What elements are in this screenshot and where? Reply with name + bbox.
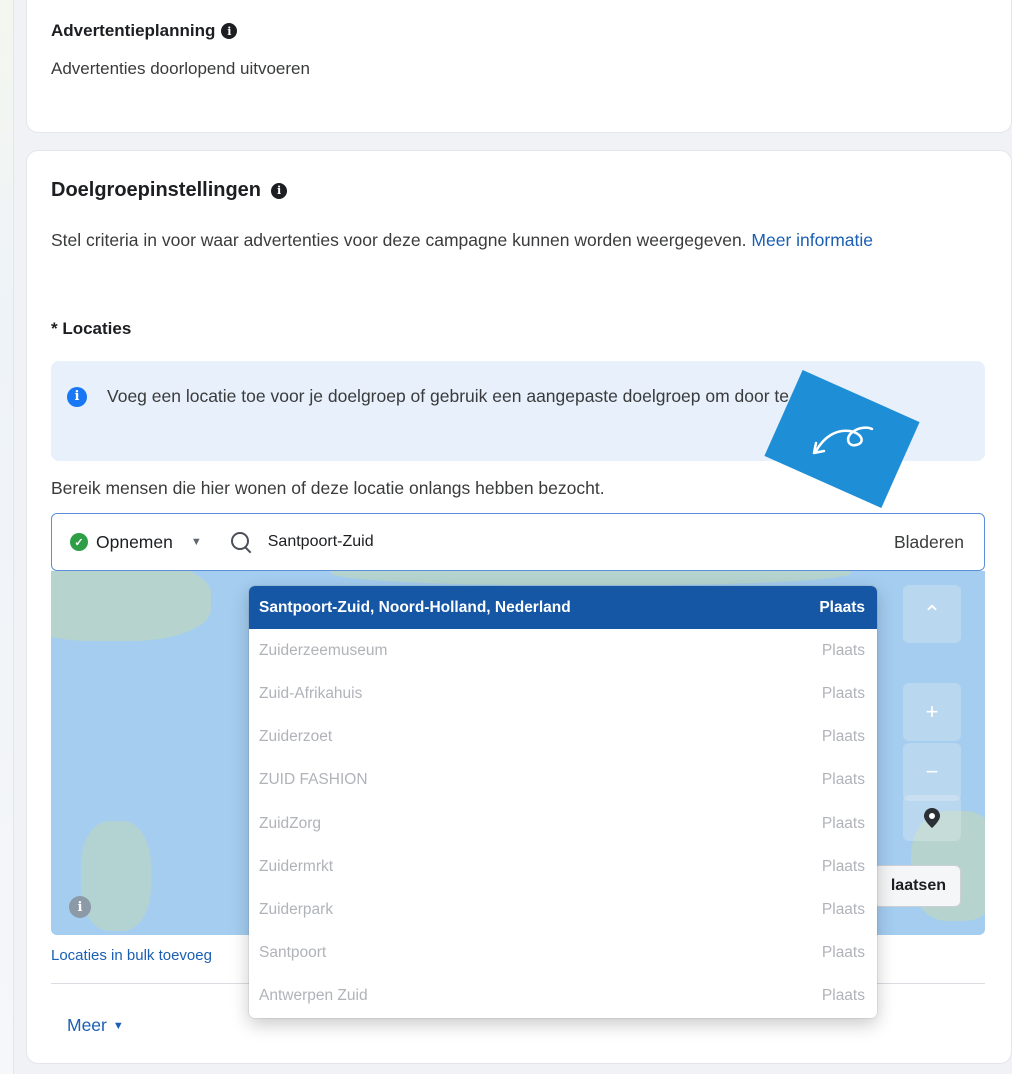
ad-schedule-title: Advertentieplanning	[51, 21, 216, 40]
suggestion-item[interactable]: Santpoort-Zuid, Noord-Holland, Nederland…	[249, 586, 877, 630]
suggestion-type: Plaats	[821, 728, 865, 746]
include-exclude-dropdown[interactable]: ✓ Opnemen ▼	[70, 532, 202, 553]
more-info-link[interactable]: Meer informatie	[751, 230, 873, 250]
zoom-out-button[interactable]: −	[903, 743, 961, 801]
map-land	[81, 821, 151, 931]
suggestion-item[interactable]: Zuiderzeemuseum Plaats	[249, 629, 877, 672]
map-tilt-up-button[interactable]: ⌃	[903, 585, 961, 643]
map-land	[331, 571, 851, 585]
suggestion-name: ZUID FASHION	[259, 771, 368, 789]
left-edge-panel	[0, 0, 14, 1074]
ad-schedule-heading: Advertentieplanning i	[51, 21, 238, 41]
suggestion-item[interactable]: Antwerpen Zuid Plaats	[249, 975, 877, 1018]
suggestion-type: Plaats	[821, 857, 865, 875]
bulk-add-locations-link[interactable]: Locaties in bulk toevoeg	[51, 947, 212, 964]
map-land	[51, 571, 211, 641]
suggestion-name: Santpoort	[259, 944, 327, 962]
suggestion-name: ZuidZorg	[259, 814, 322, 832]
suggestion-type: Plaats	[821, 814, 865, 832]
suggestion-item[interactable]: Santpoort Plaats	[249, 932, 877, 975]
suggestion-type: Plaats	[821, 987, 865, 1005]
reach-description: Bereik mensen die hier wonen of deze loc…	[51, 478, 605, 498]
location-suggestions-dropdown: Santpoort-Zuid, Noord-Holland, Nederland…	[249, 586, 877, 1018]
suggestion-type: Plaats	[821, 684, 865, 702]
suggestion-name: Zuiderzoet	[259, 728, 333, 746]
location-search-bar: ✓ Opnemen ▼ Bladeren	[51, 513, 985, 571]
browse-button[interactable]: Bladeren	[894, 532, 964, 553]
ad-schedule-value: Advertenties doorlopend uitvoeren	[51, 59, 310, 78]
drop-pin-place-button[interactable]: laatsen	[873, 865, 961, 907]
location-search	[230, 531, 894, 553]
suggestion-type: Plaats	[821, 944, 865, 962]
suggestion-item[interactable]: ZuidZorg Plaats	[249, 802, 877, 845]
map-attribution-info-icon[interactable]: i	[69, 896, 91, 918]
suggestion-name: Zuiderpark	[259, 900, 334, 918]
map-pin-icon	[924, 808, 940, 828]
search-icon	[230, 531, 252, 553]
suggestion-type: Plaats	[819, 598, 865, 616]
info-circle-icon: i	[67, 387, 87, 407]
audience-heading: Doelgroepinstellingen i	[51, 179, 288, 202]
suggestion-item[interactable]: Zuiderzoet Plaats	[249, 716, 877, 759]
caret-down-icon: ▼	[112, 1019, 124, 1032]
check-shield-icon: ✓	[70, 533, 88, 551]
location-search-input[interactable]	[267, 533, 788, 551]
audience-description: Stel criteria in voor waar advertenties …	[51, 225, 991, 255]
suggestion-name: Zuiderzeemuseum	[259, 641, 388, 659]
suggestion-type: Plaats	[821, 641, 865, 659]
suggestion-name: Zuidermrkt	[259, 857, 334, 875]
suggestion-item[interactable]: Zuiderpark Plaats	[249, 888, 877, 931]
locations-label: * Locaties	[51, 319, 132, 338]
location-notice-text: Voeg een locatie toe voor je doelgroep o…	[107, 386, 838, 406]
info-icon[interactable]: i	[221, 23, 238, 39]
suggestion-type: Plaats	[821, 900, 865, 918]
caret-down-icon: ▼	[190, 536, 202, 548]
drop-pin-button[interactable]	[903, 795, 961, 841]
info-icon[interactable]: i	[271, 182, 288, 199]
audience-title: Doelgroepinstellingen	[51, 179, 262, 201]
include-label: Opnemen	[96, 531, 173, 552]
ad-schedule-card: Advertentieplanning i Advertenties doorl…	[26, 0, 1012, 133]
suggestion-item[interactable]: Zuid-Afrikahuis Plaats	[249, 672, 877, 715]
suggestion-item[interactable]: ZUID FASHION Plaats	[249, 759, 877, 802]
audience-description-text: Stel criteria in voor waar advertenties …	[51, 230, 747, 250]
suggestion-name: Antwerpen Zuid	[259, 987, 368, 1005]
suggestion-item[interactable]: Zuidermrkt Plaats	[249, 845, 877, 888]
more-button[interactable]: Meer ▼	[67, 1015, 124, 1036]
suggestion-name: Santpoort-Zuid, Noord-Holland, Nederland	[259, 598, 571, 616]
curved-arrow-icon	[812, 426, 874, 455]
suggestion-type: Plaats	[821, 771, 865, 789]
suggestion-name: Zuid-Afrikahuis	[259, 684, 363, 702]
zoom-in-button[interactable]: +	[903, 683, 961, 741]
more-label: Meer	[67, 1015, 107, 1035]
